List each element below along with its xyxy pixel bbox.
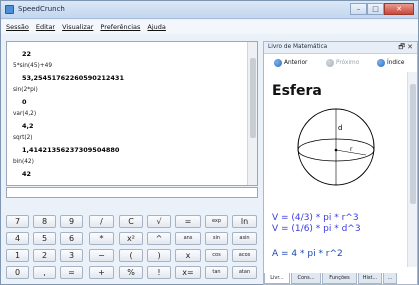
panel-tabs: Livr... Cons... Funções Hist... ...: [264, 273, 417, 285]
keypad: 7 8 9 / C √ = exp ln 4 5 6 * x² ^ ans sin asin 1 2 3−() x cos a…: [6, 215, 258, 283]
tab-functions[interactable]: Funções: [322, 273, 357, 284]
back-link[interactable]: Anterior: [274, 59, 307, 67]
menu-session[interactable]: Sessão: [6, 23, 29, 31]
key-button[interactable]: asin: [232, 232, 257, 245]
next-icon: [326, 59, 334, 67]
next-link[interactable]: Próximo: [326, 59, 359, 67]
key-button[interactable]: x: [175, 249, 201, 262]
back-icon: [274, 59, 282, 67]
diameter-label: d: [338, 124, 342, 132]
history-expression: bin(42): [13, 159, 34, 165]
key-button[interactable]: x=: [175, 266, 201, 279]
window-controls: – □ ✕: [350, 3, 414, 15]
index-link[interactable]: Índice: [377, 59, 404, 67]
radius-label: r: [350, 146, 353, 153]
area-formula: A = 4 * pi * r^2: [272, 249, 343, 259]
key-button[interactable]: /: [89, 215, 114, 228]
minimize-button[interactable]: –: [350, 3, 367, 15]
key-button[interactable]: sin: [205, 232, 228, 245]
menu-help[interactable]: Ajuda: [147, 23, 165, 31]
key-button[interactable]: atan: [232, 266, 257, 279]
history-result: 22: [22, 50, 32, 58]
key-button[interactable]: −: [89, 249, 114, 262]
back-label: Anterior: [284, 60, 308, 66]
key-button[interactable]: tan: [205, 266, 228, 279]
key-button[interactable]: %: [119, 266, 143, 279]
key-button[interactable]: ans: [175, 232, 201, 245]
tab-more[interactable]: ...: [383, 273, 397, 284]
title-bar: SpeedCrunch – □ ✕: [1, 1, 418, 19]
volume-formula-radius: V = (4/3) * pi * r^3: [272, 213, 359, 223]
history-expression: sqrt(2): [13, 135, 33, 141]
key-button[interactable]: cos: [205, 249, 228, 262]
book-heading: Esfera: [272, 83, 322, 99]
key-button[interactable]: +: [89, 266, 114, 279]
history-expression: 5*sin(45)+49: [13, 63, 53, 69]
panel-header: Livro de Matemática 🗗 ✕: [264, 42, 417, 54]
key-button[interactable]: exp: [205, 215, 228, 228]
menu-view[interactable]: Visualizar: [62, 23, 93, 31]
tab-constants[interactable]: Cons...: [291, 273, 321, 284]
key-button[interactable]: 1: [6, 249, 29, 262]
history-result: 53,25451762260590212431: [22, 74, 124, 82]
math-book-panel: Livro de Matemática 🗗 ✕ Anterior Próximo…: [263, 41, 418, 285]
key-button[interactable]: 9: [60, 215, 83, 228]
close-button[interactable]: ✕: [384, 3, 414, 15]
speedcrunch-window: SpeedCrunch – □ ✕ Sessão Editar Visualiz…: [0, 0, 419, 285]
tab-history[interactable]: Hist...: [358, 273, 382, 284]
scrollbar-thumb[interactable]: [250, 58, 256, 138]
key-button[interactable]: ,: [33, 266, 56, 279]
panel-title: Livro de Matemática: [268, 44, 328, 50]
expression-input[interactable]: [6, 187, 258, 198]
menu-edit[interactable]: Editar: [36, 23, 55, 31]
key-button[interactable]: 4: [6, 232, 29, 245]
key-button[interactable]: acos: [232, 249, 257, 262]
history-result: 0: [22, 98, 27, 106]
history-result: 42: [22, 170, 32, 178]
book-navigation: Anterior Próximo Índice: [264, 56, 417, 70]
history-scrollbar[interactable]: [247, 42, 257, 185]
key-button[interactable]: x²: [119, 232, 143, 245]
next-label: Próximo: [336, 60, 360, 66]
key-button[interactable]: 8: [33, 215, 56, 228]
key-button[interactable]: ): [147, 249, 171, 262]
history-result: 1,41421356237309504880: [22, 146, 120, 154]
history-display[interactable]: 22 5*sin(45)+49 53,25451762260590212431 …: [6, 41, 258, 186]
scrollbar-thumb[interactable]: [410, 84, 416, 204]
tab-book[interactable]: Livr...: [264, 273, 290, 284]
key-button[interactable]: =: [175, 215, 201, 228]
key-button[interactable]: 6: [60, 232, 83, 245]
key-button[interactable]: 3: [60, 249, 83, 262]
volume-formula-diameter: V = (1/6) * pi * d^3: [272, 224, 361, 234]
panel-scrollbar[interactable]: [407, 72, 417, 267]
key-button[interactable]: (: [119, 249, 143, 262]
key-button[interactable]: ^: [147, 232, 171, 245]
key-button[interactable]: C: [119, 215, 143, 228]
panel-controls[interactable]: 🗗 ✕: [398, 43, 413, 54]
index-icon: [377, 59, 385, 67]
app-icon: [5, 5, 14, 14]
key-button[interactable]: ln: [232, 215, 257, 228]
history-expression: var(4,2): [13, 111, 37, 117]
history-expression: sin(2*pi): [13, 87, 38, 93]
key-button[interactable]: =: [60, 266, 83, 279]
history-result: 4,2: [22, 122, 34, 130]
key-button[interactable]: 7: [6, 215, 29, 228]
menu-preferences[interactable]: Preferências: [100, 23, 140, 31]
window-title: SpeedCrunch: [18, 5, 65, 13]
key-button[interactable]: 2: [33, 249, 56, 262]
key-button[interactable]: 0: [6, 266, 29, 279]
key-button[interactable]: !: [147, 266, 171, 279]
key-button[interactable]: 5: [33, 232, 56, 245]
maximize-button[interactable]: □: [367, 3, 384, 15]
index-label: Índice: [387, 60, 405, 66]
menu-bar: Sessão Editar Visualizar Preferências Aj…: [1, 20, 418, 34]
key-button[interactable]: √: [147, 215, 171, 228]
key-button[interactable]: *: [89, 232, 114, 245]
sphere-diagram: d r: [297, 108, 375, 186]
center-point: [334, 148, 338, 152]
